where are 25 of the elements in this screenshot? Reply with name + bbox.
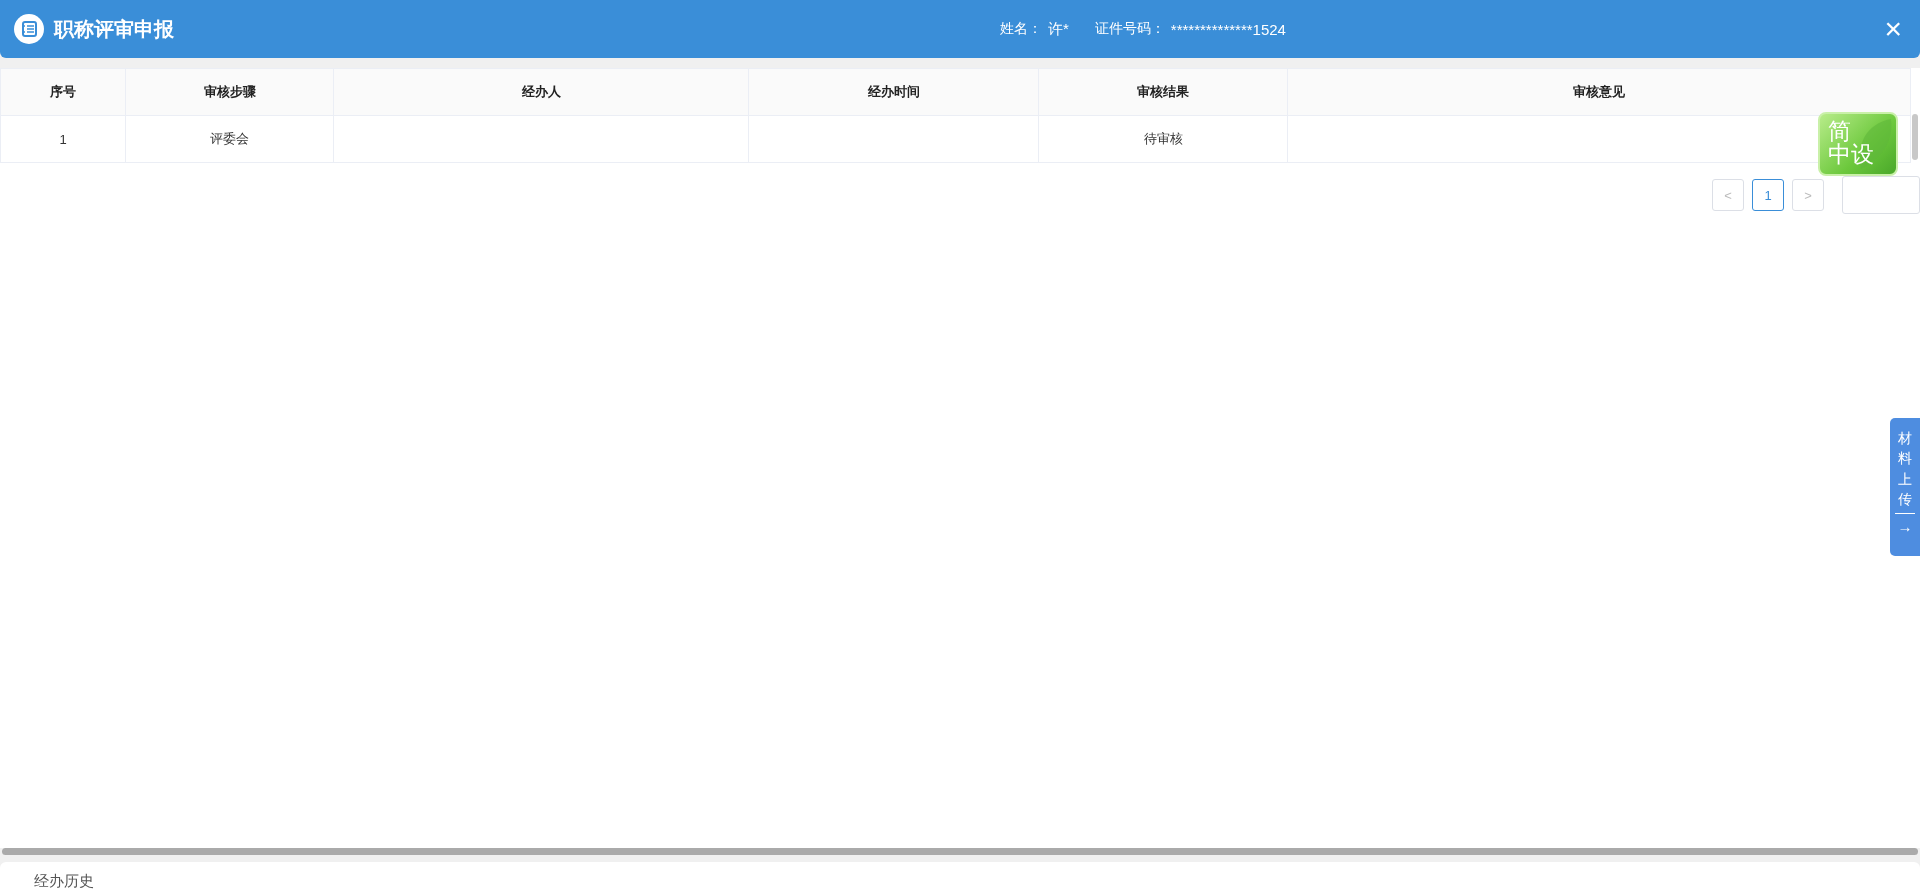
page-size-select[interactable]	[1842, 176, 1920, 214]
name-value: 许*	[1048, 19, 1069, 39]
close-button[interactable]: ×	[1880, 14, 1906, 44]
window-title: 职称评审申报	[54, 16, 174, 42]
next-page-button[interactable]: >	[1792, 179, 1824, 211]
column-header: 审核结果	[1038, 68, 1288, 116]
column-header: 经办人	[333, 68, 749, 116]
column-header: 经办时间	[748, 68, 1039, 116]
table-cell: 1	[0, 115, 126, 163]
translator-badge[interactable]: 简 中设	[1818, 112, 1898, 176]
scrollbar-thumb[interactable]	[1912, 114, 1918, 160]
page-button[interactable]: 1	[1752, 179, 1784, 211]
column-header: 审核步骤	[125, 68, 334, 116]
section-title: 经办历史	[34, 872, 94, 889]
id-value: **************1524	[1170, 20, 1286, 38]
name-label: 姓名：	[1000, 20, 1042, 38]
upload-materials-tab[interactable]: 材料上传 →	[1890, 418, 1920, 556]
prev-page-button[interactable]: <	[1712, 179, 1744, 211]
column-header: 序号	[0, 68, 126, 116]
table-cell: 待审核	[1038, 115, 1288, 163]
id-label: 证件号码：	[1094, 20, 1165, 38]
column-header: 审核意见	[1287, 68, 1911, 116]
table-cell: 评委会	[125, 115, 334, 163]
scrollbar-thumb[interactable]	[2, 848, 1918, 855]
list-icon	[14, 14, 44, 44]
